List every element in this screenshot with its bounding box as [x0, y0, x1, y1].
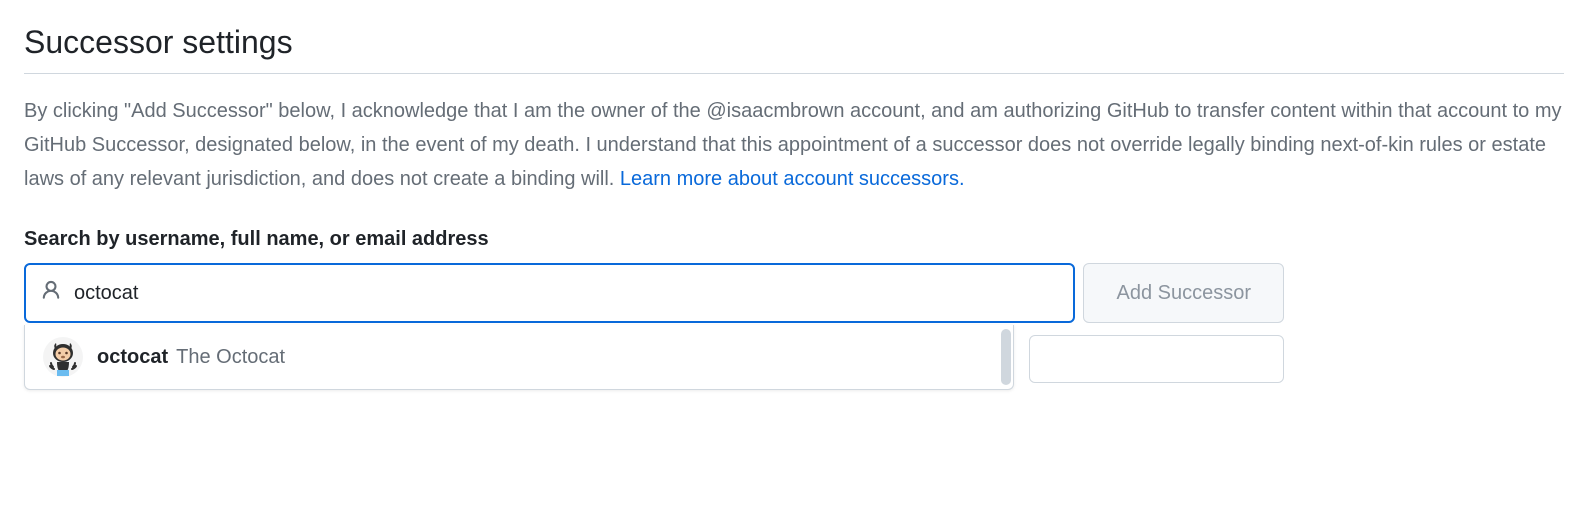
successor-description: By clicking "Add Successor" below, I ack…: [24, 94, 1564, 196]
search-label: Search by username, full name, or email …: [24, 228, 1564, 251]
scrollbar-thumb[interactable]: [1001, 329, 1011, 385]
trailing-panel: [1029, 335, 1284, 383]
avatar: [43, 337, 83, 377]
result-fullname: The Octocat: [176, 346, 285, 369]
search-row: octocat The Octocat Add Successor: [24, 263, 1284, 323]
search-result-item[interactable]: octocat The Octocat: [25, 325, 1013, 389]
search-results-dropdown: octocat The Octocat: [24, 325, 1014, 390]
result-username: octocat: [97, 346, 168, 369]
add-successor-button[interactable]: Add Successor: [1083, 263, 1284, 323]
page-title: Successor settings: [24, 24, 1564, 74]
search-input[interactable]: [24, 263, 1075, 323]
learn-more-link[interactable]: Learn more about account successors.: [620, 168, 965, 190]
search-input-wrapper: octocat The Octocat: [24, 263, 1075, 323]
